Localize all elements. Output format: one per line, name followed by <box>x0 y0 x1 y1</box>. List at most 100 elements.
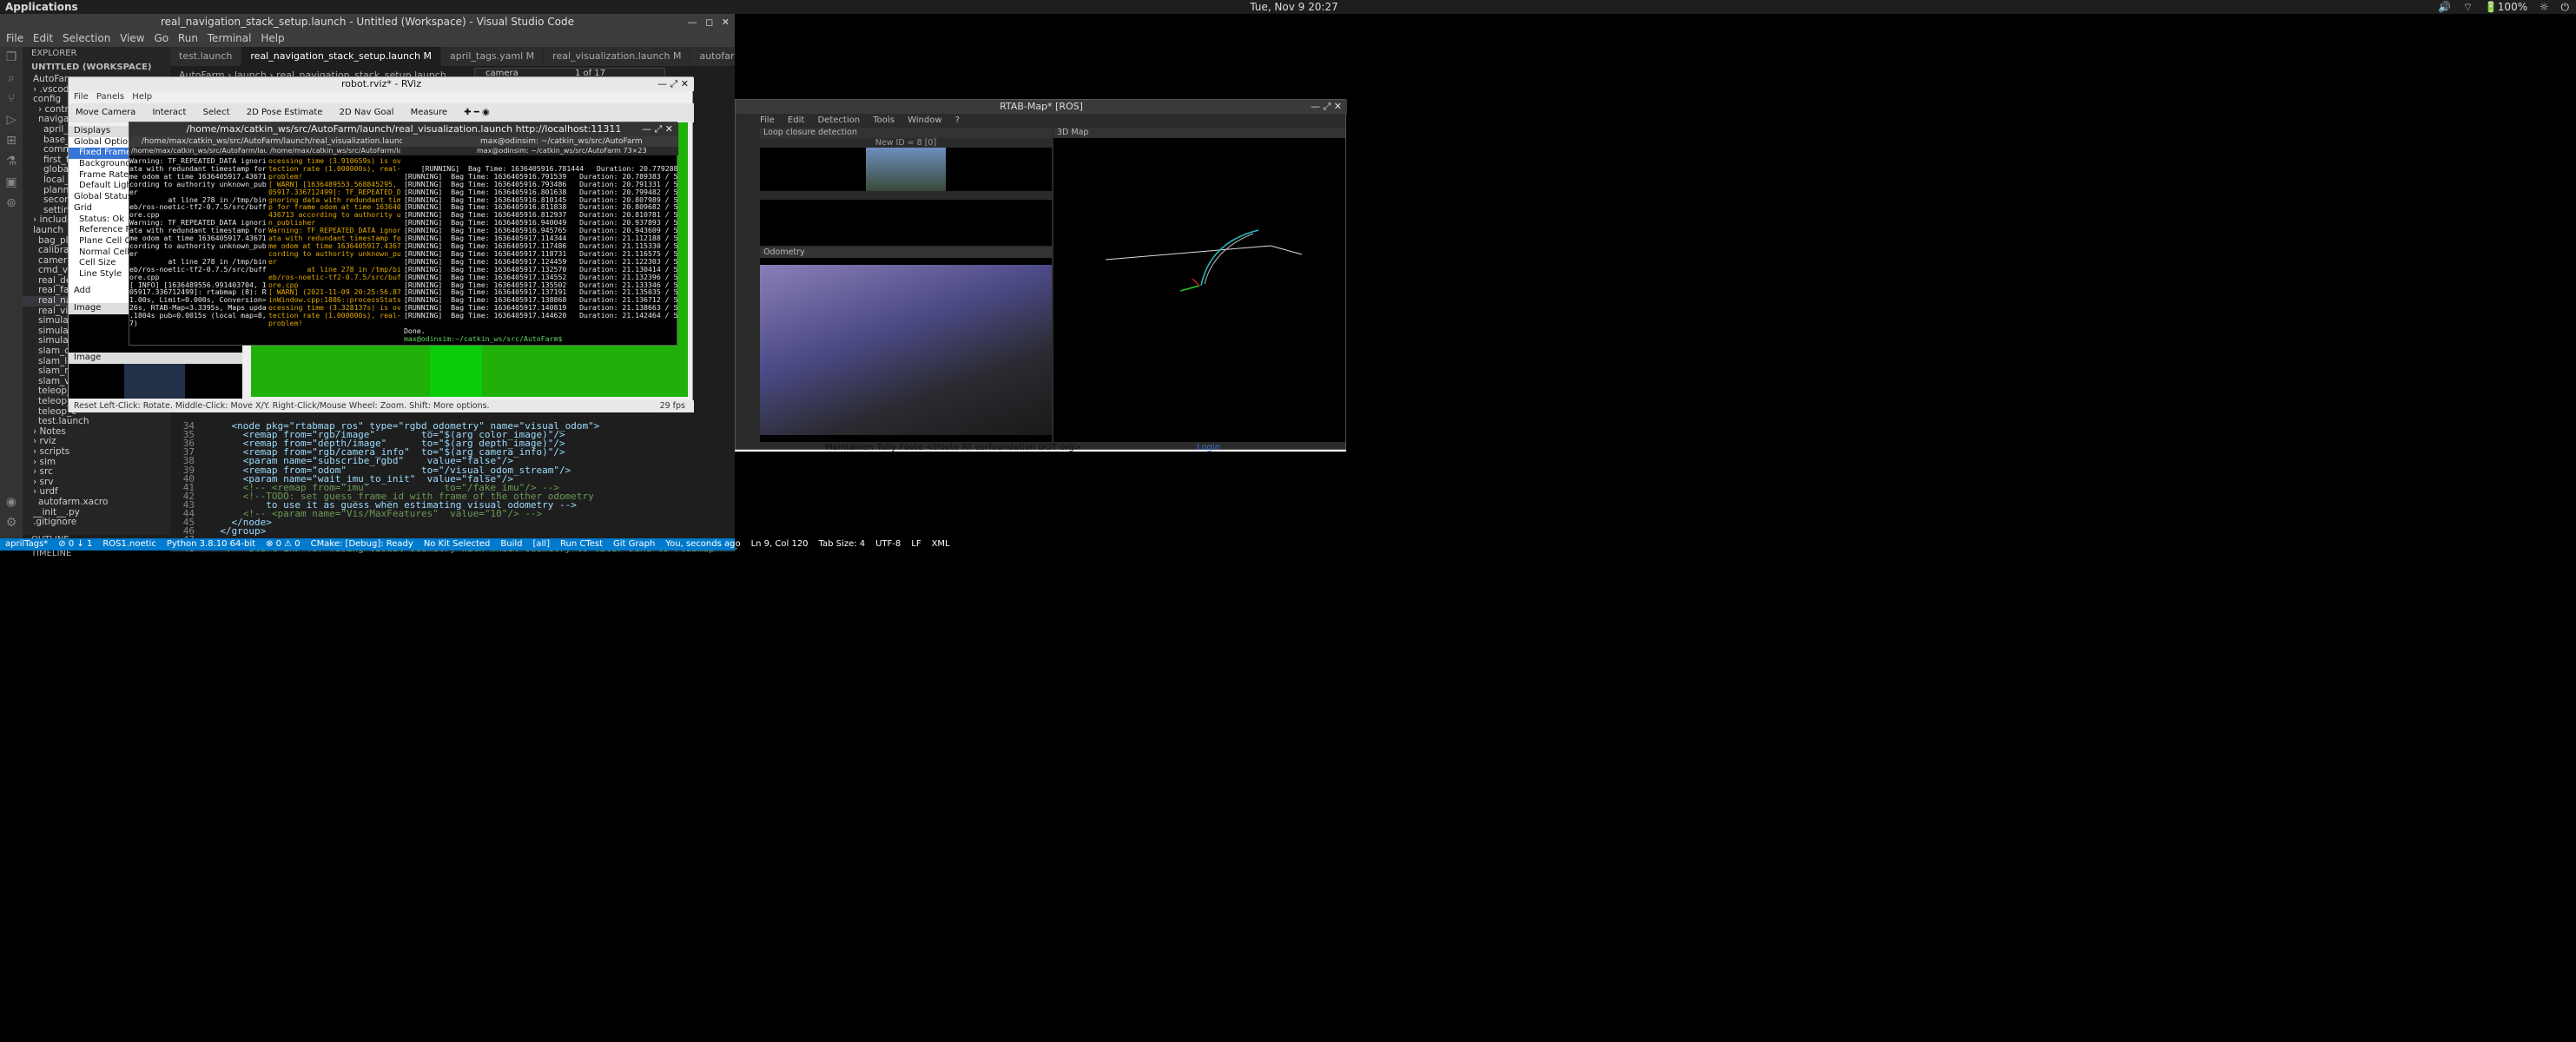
menu-terminal[interactable]: Terminal <box>208 32 252 44</box>
status-item[interactable]: LF <box>911 539 921 549</box>
rtab-menu-window[interactable]: Window <box>908 115 941 125</box>
status-item[interactable]: Run CTest <box>560 539 603 549</box>
axis-green <box>1179 285 1200 292</box>
code-editor[interactable]: 34 <node pkg="rtabmap_ros" type="rgbd_od… <box>170 421 737 553</box>
terminal-title-text: /home/max/catkin_ws/src/AutoFarm/launch/… <box>186 123 622 135</box>
menu-view[interactable]: View <box>120 32 144 44</box>
status-item[interactable]: Python 3.8.10 64-bit <box>167 539 255 549</box>
window-title: real_navigation_stack_setup.launch - Unt… <box>161 16 574 28</box>
interact-tool[interactable]: Interact <box>152 108 186 117</box>
file-tree-item[interactable]: .gitignore <box>23 518 170 528</box>
status-item[interactable]: Git Graph <box>613 539 655 549</box>
terminal-pane-right[interactable]: [RUNNING] Bag Time: 1636405916.781444 Du… <box>404 157 678 355</box>
rviz-menu-file[interactable]: File <box>74 92 89 102</box>
add-tool-icon[interactable]: ✚ ━ ◉ <box>464 108 489 117</box>
tab-autofarm-xacro[interactable]: autofarm.xacro <box>690 47 735 66</box>
rtab-menu-tools[interactable]: Tools <box>873 115 895 125</box>
login-link[interactable]: Login <box>1197 443 1220 452</box>
status-item[interactable]: You, seconds ago <box>665 539 740 549</box>
file-tree-item[interactable]: › rviz <box>23 437 170 447</box>
status-item[interactable]: ⊗ 0 ⚠ 0 <box>266 539 301 549</box>
status-item[interactable]: Build <box>500 539 522 549</box>
status-item[interactable]: CMake: [Debug]: Ready <box>311 539 413 549</box>
run-debug-icon[interactable]: ▷ <box>0 109 23 130</box>
remote-icon[interactable]: ▣ <box>0 172 23 193</box>
applications-menu[interactable]: Applications <box>5 1 78 13</box>
rtabmap-title-text: RTAB-Map* [ROS] <box>1000 101 1083 112</box>
git-graph-icon[interactable]: ⊚ <box>0 193 23 214</box>
menu-help[interactable]: Help <box>261 32 284 44</box>
menu-run[interactable]: Run <box>178 32 198 44</box>
file-tree-item[interactable]: › scripts <box>23 447 170 458</box>
tab-real-navigation[interactable]: real_navigation_stack_setup.launch M <box>241 47 442 66</box>
map-3d-view <box>1105 229 1303 292</box>
pose-estimate-tool[interactable]: 2D Pose Estimate <box>247 108 323 117</box>
file-tree-item[interactable]: › urdf <box>23 487 170 498</box>
system-top-bar: Applications Tue, Nov 9 20:27 🔊 ⌔ 🔋100% … <box>0 0 2576 14</box>
source-control-icon[interactable]: ⑂ <box>0 89 23 109</box>
status-item[interactable]: ROS1.noetic <box>102 539 156 549</box>
rtab-menu-edit[interactable]: Edit <box>788 115 804 125</box>
rtab-menu-detection[interactable]: Detection <box>817 115 860 125</box>
status-item[interactable]: Ln 9, Col 120 <box>751 539 809 549</box>
terminal-pane-middle[interactable]: ocessing time (3.910659s) is over de tec… <box>268 157 400 355</box>
terminal-pane-headers: /home/max/catkin_ws/src/AutoFarm/launch/… <box>129 147 678 155</box>
select-tool[interactable]: Select <box>203 108 230 117</box>
status-item[interactable]: Tab Size: 4 <box>819 539 866 549</box>
clock[interactable]: Tue, Nov 9 20:27 <box>1207 1 1381 13</box>
rviz-window-controls[interactable]: — ⤢ ✕ <box>657 77 689 91</box>
menu-edit[interactable]: Edit <box>33 32 53 44</box>
map-line-1 <box>1105 245 1271 260</box>
testing-icon[interactable]: ⚗ <box>0 151 23 172</box>
window-controls[interactable]: — ◻ ✕ <box>688 15 730 30</box>
system-tray[interactable]: 🔊 ⌔ 🔋100% ☼ ⏻ <box>2438 1 2569 14</box>
menu-go[interactable]: Go <box>154 32 168 44</box>
status-item[interactable]: ⊘ 0 ↓ 1 <box>58 539 92 549</box>
menu-selection[interactable]: Selection <box>63 32 110 44</box>
tab-test-launch[interactable]: test.launch <box>170 47 242 66</box>
file-tree-item[interactable]: › srv <box>23 478 170 488</box>
status-item[interactable]: No Kit Selected <box>424 539 491 549</box>
measure-tool[interactable]: Measure <box>411 108 448 117</box>
account-icon[interactable]: ◉ <box>0 491 23 512</box>
file-tree-item[interactable]: __init__.py <box>23 508 170 518</box>
odometry-camera-view <box>760 265 1052 435</box>
terminal-tab-1[interactable]: /home/max/catkin_ws/src/AutoFarm/launch/… <box>142 136 402 147</box>
vscode-title: real_navigation_stack_setup.launch - Unt… <box>0 14 735 30</box>
rviz-status: Reset Left-Click: Rotate. Middle-Click: … <box>69 400 694 412</box>
tab-real-visualization[interactable]: real_visualization.launch M <box>544 47 691 66</box>
move-camera-tool[interactable]: Move Camera <box>76 108 135 117</box>
file-tree-item[interactable]: › sim <box>23 458 170 468</box>
terminal-tab-bar: /home/max/catkin_ws/src/AutoFarm/launch/… <box>129 136 678 147</box>
menu-file[interactable]: File <box>6 32 23 44</box>
tab-april-tags[interactable]: april_tags.yaml M <box>441 47 545 66</box>
file-tree-item[interactable]: › src <box>23 467 170 478</box>
workspace-title[interactable]: UNTITLED (WORKSPACE) <box>23 61 170 75</box>
rtab-menu-file[interactable]: File <box>760 115 775 125</box>
rviz-title: robot.rviz* - RViz — ⤢ ✕ <box>69 77 694 91</box>
status-item[interactable]: [all] <box>533 539 551 549</box>
map-3d-panel[interactable]: 3D Map <box>1054 128 1345 442</box>
rtabmap-window-controls[interactable]: — ⤢ ✕ <box>1311 100 1342 114</box>
file-tree-item[interactable]: test.launch <box>23 417 170 427</box>
explorer-icon[interactable]: ❐ <box>0 47 23 68</box>
rviz-toolbar: Move Camera Interact Select 2D Pose Esti… <box>69 103 694 122</box>
file-tree-item[interactable]: › Notes <box>23 427 170 438</box>
status-item[interactable]: UTF-8 <box>875 539 901 549</box>
explorer-header: EXPLORER <box>31 49 77 58</box>
nav-goal-tool[interactable]: 2D Nav Goal <box>340 108 394 117</box>
rviz-menu-help[interactable]: Help <box>132 92 152 102</box>
rtab-menu-help[interactable]: ? <box>955 115 960 125</box>
terminal-window-controls[interactable]: — ⤢ ✕ <box>642 122 673 136</box>
extensions-icon[interactable]: ⊞ <box>0 130 23 151</box>
search-icon[interactable]: ⌕ <box>0 68 23 89</box>
terminal-tab-2[interactable]: max@odinsim: ~/catkin_ws/src/AutoFarm <box>480 136 643 147</box>
rviz-menu-panels[interactable]: Panels <box>96 92 124 102</box>
rtabmap-window: RTAB-Map* [ROS] — ⤢ ✕ File Edit Detectio… <box>735 99 1347 450</box>
terminal-pane-left[interactable]: Warning: TF_REPEATED_DATA ignoring d ata… <box>129 157 267 355</box>
file-tree-item[interactable]: autofarm.xacro <box>23 498 170 508</box>
settings-gear-icon[interactable]: ⚙ <box>0 512 23 533</box>
status-item[interactable]: XML <box>932 539 950 549</box>
status-item[interactable]: aprilTags* <box>5 539 48 549</box>
editor-tabs: test.launch real_navigation_stack_setup.l… <box>170 47 735 66</box>
